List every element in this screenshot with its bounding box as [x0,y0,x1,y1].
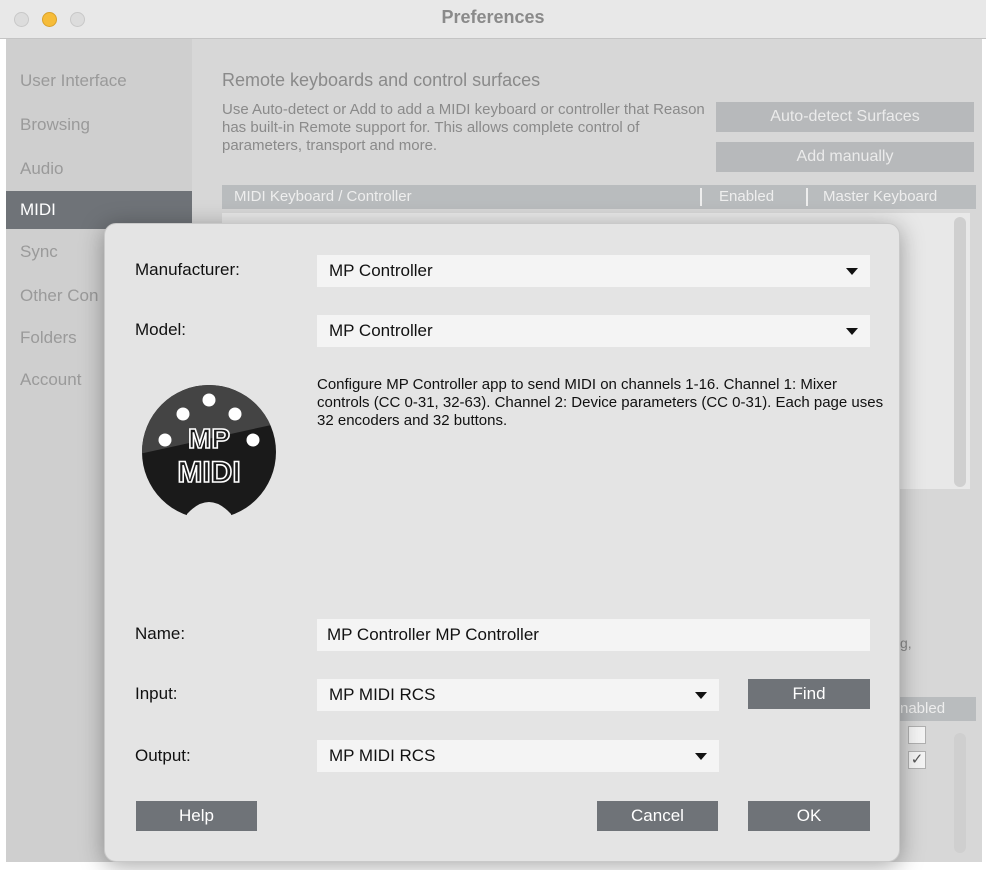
input-port-value: MP MIDI RCS [329,685,436,704]
lower-section-text: g, [900,635,912,651]
input-label: Input: [135,684,178,703]
output-label: Output: [135,746,191,765]
column-header-master-keyboard[interactable]: Master Keyboard [823,185,937,209]
surfaces-table-header: MIDI Keyboard / Controller Enabled Maste… [222,185,976,209]
name-label: Name: [135,624,186,643]
ok-button[interactable]: OK [748,801,870,831]
add-surface-dialog: Manufacturer: MP Controller Model: MP Co… [104,223,900,862]
manufacturer-value: MP Controller [329,261,433,280]
logo-text-midi: MIDI [177,456,240,489]
controller-description: Configure MP Controller app to send MIDI… [317,376,884,429]
section-title: Remote keyboards and control surfaces [222,70,541,90]
column-header-controller[interactable]: MIDI Keyboard / Controller [234,185,412,209]
checkmark-icon: ✓ [910,751,924,768]
output-port-value: MP MIDI RCS [329,746,436,765]
window-title: Preferences [441,7,545,27]
model-value: MP Controller [329,321,433,340]
add-manually-button[interactable]: Add manually [716,142,974,172]
lower-list-scrollbar[interactable] [954,733,966,853]
model-select[interactable]: MP Controller [317,315,870,347]
sidebar-item-user-interface[interactable]: User Interface [6,62,192,100]
sidebar-item-audio[interactable]: Audio [6,150,192,188]
help-button[interactable]: Help [136,801,257,831]
dropdown-arrow-icon [846,328,858,335]
column-divider [806,188,808,206]
manufacturer-label: Manufacturer: [135,260,240,279]
dropdown-arrow-icon [695,692,707,699]
dropdown-arrow-icon [695,753,707,760]
manufacturer-select[interactable]: MP Controller [317,255,870,287]
column-header-enabled-lower[interactable]: nabled [900,700,945,717]
sidebar-item-browsing[interactable]: Browsing [6,106,192,144]
surfaces-list-scrollbar[interactable] [954,217,966,487]
input-port-select[interactable]: MP MIDI RCS [317,679,719,711]
enabled-checkbox-checked[interactable]: ✓ [908,751,926,769]
enabled-checkbox[interactable] [908,726,926,744]
column-header-enabled[interactable]: Enabled [719,185,774,209]
logo-text-mp: MP [188,423,230,454]
section-description: Use Auto-detect or Add to add a MIDI key… [222,101,705,154]
find-button[interactable]: Find [748,679,870,709]
name-input[interactable]: MP Controller MP Controller [317,619,870,651]
output-port-select[interactable]: MP MIDI RCS [317,740,719,772]
preferences-window: Preferences User Interface Browsing Audi… [0,0,986,870]
mp-midi-logo: MP MIDI [142,385,276,532]
lower-table-header: nabled [900,697,976,721]
model-label: Model: [135,320,187,339]
dropdown-arrow-icon [846,268,858,275]
auto-detect-surfaces-button[interactable]: Auto-detect Surfaces [716,102,974,132]
cancel-button[interactable]: Cancel [597,801,718,831]
column-divider [700,188,702,206]
title-bar: Preferences [0,0,986,39]
